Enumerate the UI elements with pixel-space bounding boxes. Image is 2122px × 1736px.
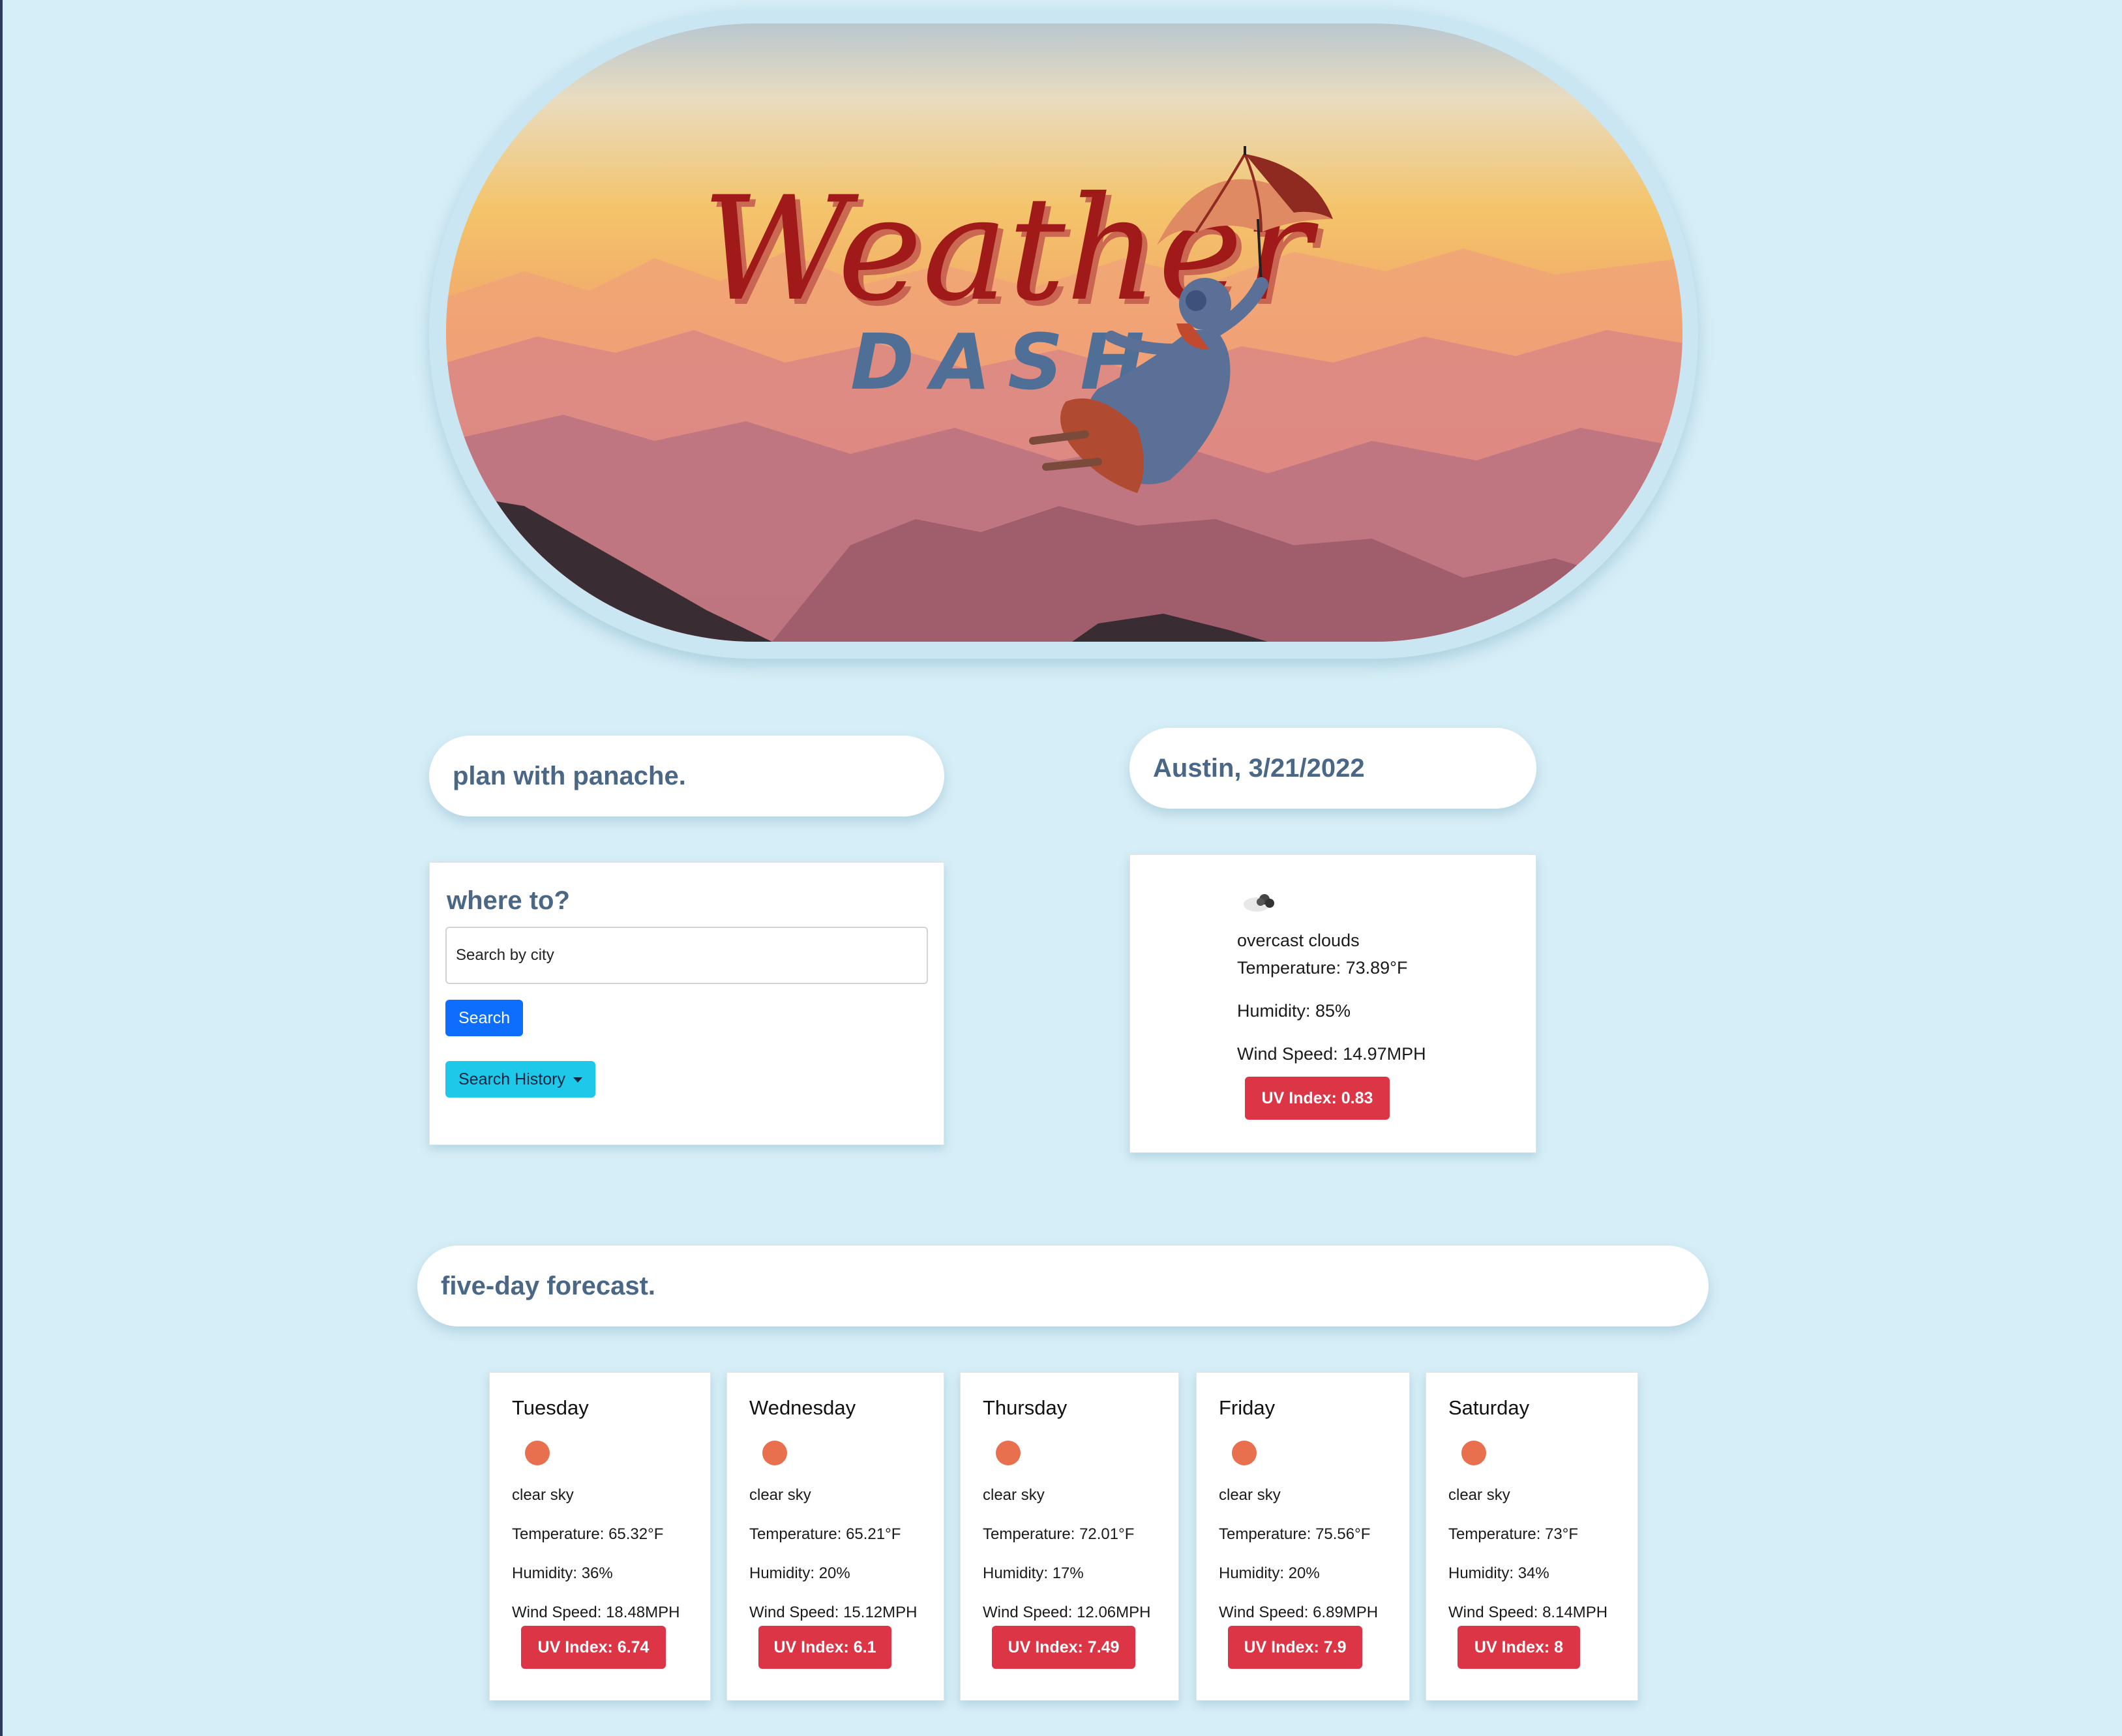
forecast-temperature: Temperature: 65.32°F <box>512 1525 664 1543</box>
search-history-dropdown[interactable]: Search History <box>445 1061 595 1098</box>
forecast-humidity: Humidity: 20% <box>1219 1564 1320 1582</box>
forecast-uv-badge: UV Index: 6.1 <box>758 1626 891 1669</box>
forecast-humidity: Humidity: 17% <box>983 1564 1084 1582</box>
sun-icon <box>1232 1441 1257 1465</box>
forecast-uv-badge: UV Index: 8 <box>1457 1626 1580 1669</box>
forecast-temperature: Temperature: 65.21°F <box>749 1525 901 1543</box>
forecast-temperature: Temperature: 75.56°F <box>1219 1525 1371 1543</box>
forecast-card: Wednesday clear sky Temperature: 65.21°F… <box>726 1372 944 1701</box>
forecast-humidity: Humidity: 34% <box>1448 1564 1549 1582</box>
forecast-uv-badge: UV Index: 7.9 <box>1228 1626 1362 1669</box>
current-uv-badge: UV Index: 0.83 <box>1245 1077 1390 1120</box>
current-humidity: Humidity: 85% <box>1237 1001 1351 1021</box>
forecast-heading: five-day forecast. <box>417 1246 1709 1326</box>
forecast-day: Tuesday <box>512 1396 589 1419</box>
forecast-uv-badge: UV Index: 6.74 <box>521 1626 666 1669</box>
forecast-uv-badge: UV Index: 7.49 <box>992 1626 1135 1669</box>
search-heading: where to? <box>447 886 570 915</box>
search-input[interactable] <box>445 927 928 984</box>
search-card: where to? Search Search History <box>429 862 944 1145</box>
forecast-temperature: Temperature: 72.01°F <box>983 1525 1135 1543</box>
city-date-title: Austin, 3/21/2022 <box>1129 728 1536 809</box>
sun-icon <box>996 1441 1021 1465</box>
caret-down-icon <box>573 1077 582 1083</box>
forecast-card: Tuesday clear sky Temperature: 65.32°F H… <box>489 1372 711 1701</box>
forecast-day: Saturday <box>1448 1396 1530 1419</box>
current-wind-speed: Wind Speed: 14.97MPH <box>1237 1044 1426 1064</box>
current-description: overcast clouds <box>1237 931 1360 950</box>
forecast-humidity: Humidity: 36% <box>512 1564 613 1582</box>
forecast-day: Friday <box>1219 1396 1276 1419</box>
sun-icon <box>762 1441 787 1465</box>
forecast-wind-speed: Wind Speed: 12.06MPH <box>983 1604 1151 1621</box>
forecast-wind-speed: Wind Speed: 18.48MPH <box>512 1604 680 1621</box>
forecast-temperature: Temperature: 73°F <box>1448 1525 1579 1543</box>
forecast-description: clear sky <box>512 1486 574 1504</box>
hero-illustration: Weather Weather DASH <box>446 23 1682 642</box>
forecast-description: clear sky <box>1448 1486 1510 1504</box>
forecast-wind-speed: Wind Speed: 8.14MPH <box>1448 1604 1608 1621</box>
forecast-day: Thursday <box>983 1396 1068 1419</box>
forecast-card: Friday clear sky Temperature: 75.56°F Hu… <box>1196 1372 1410 1701</box>
current-temperature: Temperature: 73.89°F <box>1237 958 1408 978</box>
forecast-card: Saturday clear sky Temperature: 73°F Hum… <box>1426 1372 1638 1701</box>
forecast-wind-speed: Wind Speed: 15.12MPH <box>749 1604 918 1621</box>
search-history-label: Search History <box>458 1070 565 1088</box>
tagline: plan with panache. <box>429 736 944 816</box>
forecast-description: clear sky <box>1219 1486 1281 1504</box>
sun-icon <box>525 1441 550 1465</box>
search-button[interactable]: Search <box>445 1000 524 1036</box>
sun-icon <box>1461 1441 1486 1465</box>
current-weather-card: overcast clouds Temperature: 73.89°F Hum… <box>1129 854 1536 1153</box>
forecast-card: Thursday clear sky Temperature: 72.01°F … <box>960 1372 1179 1701</box>
hero-banner: Weather Weather DASH <box>446 23 1682 642</box>
cloud-icon <box>1241 888 1280 914</box>
forecast-humidity: Humidity: 20% <box>749 1564 850 1582</box>
forecast-description: clear sky <box>983 1486 1045 1504</box>
forecast-wind-speed: Wind Speed: 6.89MPH <box>1219 1604 1379 1621</box>
forecast-description: clear sky <box>749 1486 811 1504</box>
forecast-day: Wednesday <box>749 1396 856 1419</box>
